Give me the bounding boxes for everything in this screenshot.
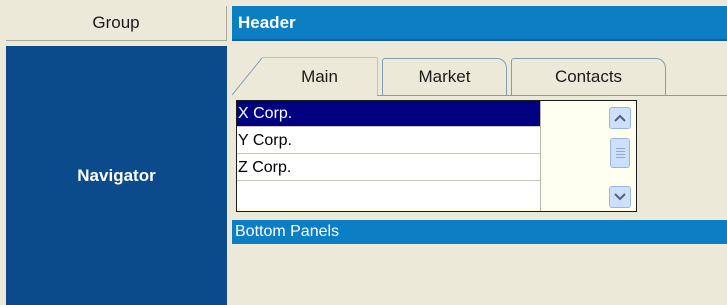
- tab-strip-baseline: [377, 95, 727, 96]
- list-column-divider: [540, 101, 541, 211]
- app-window: Group Navigator Header Main Market Conta…: [0, 0, 727, 305]
- chevron-up-icon: [614, 114, 626, 122]
- list-item-label: Z Corp.: [238, 158, 292, 176]
- scroll-up-button[interactable]: [609, 107, 631, 129]
- scroll-thumb[interactable]: [610, 138, 630, 168]
- header-bar: Header: [232, 6, 727, 41]
- list-item-label: X Corp.: [238, 104, 293, 122]
- list-scrollbar[interactable]: [609, 107, 633, 209]
- chevron-down-icon: [614, 193, 626, 201]
- header-label: Header: [238, 12, 296, 32]
- bottom-panels-bar: Bottom Panels: [232, 220, 727, 244]
- tab-contacts-label: Contacts: [554, 67, 623, 86]
- navigator-panel[interactable]: Navigator: [6, 46, 227, 305]
- thumb-grip: [616, 154, 625, 155]
- scroll-down-button[interactable]: [609, 186, 631, 208]
- tab-market[interactable]: Market: [382, 58, 507, 95]
- tab-market-label: Market: [418, 67, 471, 86]
- company-list[interactable]: X Corp. Y Corp. Z Corp.: [236, 100, 637, 212]
- list-item[interactable]: [237, 182, 540, 208]
- list-item[interactable]: Z Corp.: [237, 155, 540, 181]
- group-label: Group: [92, 13, 140, 32]
- tab-main-label: Main: [301, 66, 338, 86]
- list-item-label: Y Corp.: [238, 131, 292, 149]
- bottom-panels-area: [232, 244, 727, 305]
- tab-strip: Main Market Contacts: [232, 50, 727, 96]
- tab-main[interactable]: Main: [262, 58, 377, 95]
- list-item[interactable]: X Corp.: [237, 101, 540, 127]
- tab-contacts[interactable]: Contacts: [511, 58, 666, 95]
- group-header: Group: [6, 6, 227, 41]
- list-item[interactable]: Y Corp.: [237, 128, 540, 154]
- thumb-grip: [616, 148, 625, 149]
- thumb-grip: [616, 151, 625, 152]
- bottom-panels-label: Bottom Panels: [235, 223, 340, 240]
- navigator-label: Navigator: [77, 165, 156, 185]
- thumb-grip: [616, 157, 625, 158]
